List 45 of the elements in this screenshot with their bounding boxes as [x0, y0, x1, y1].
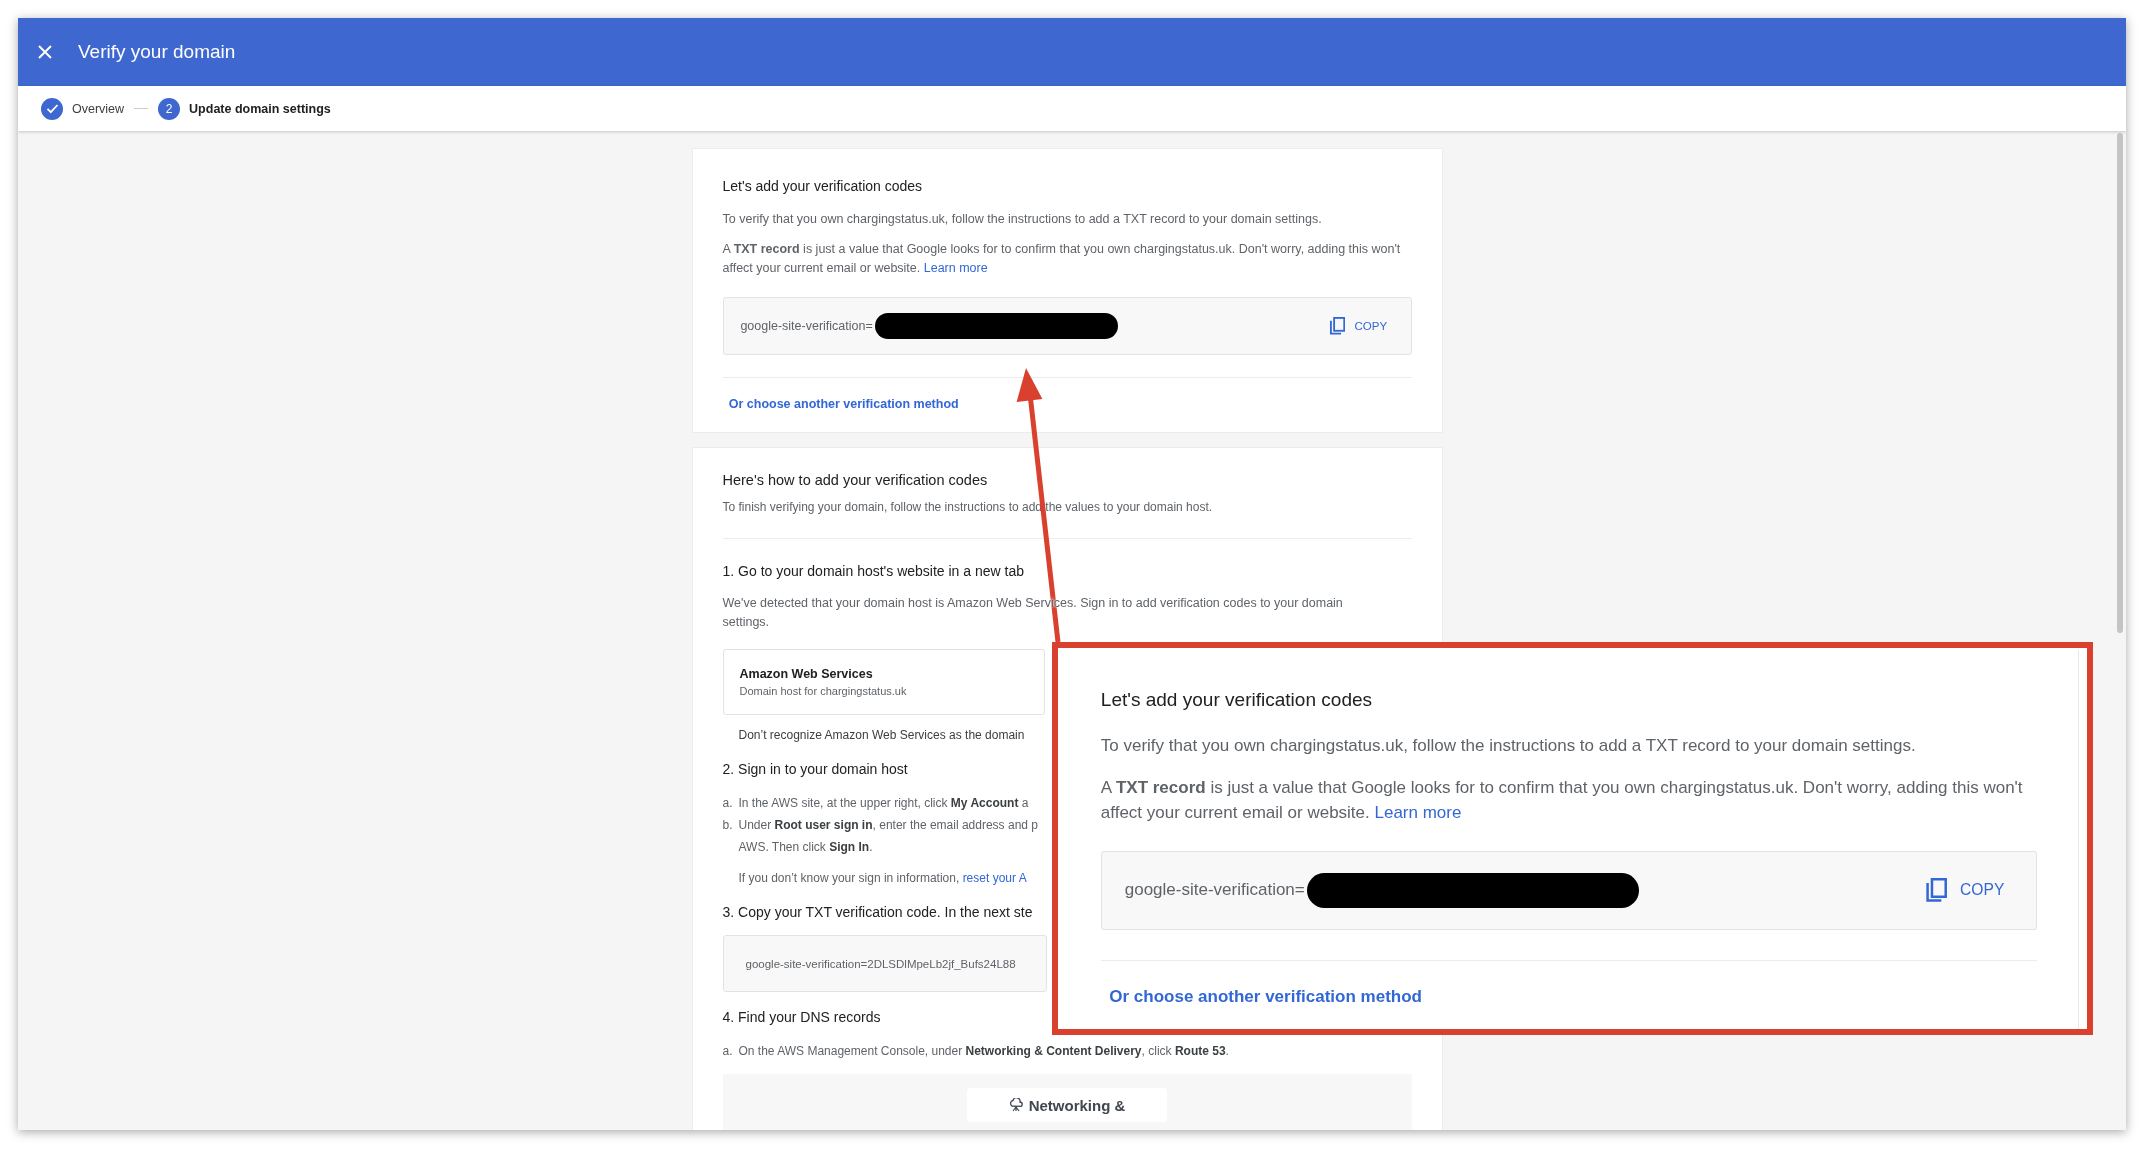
step-heading: 1. Go to your domain host's website in a new tab: [722, 563, 1024, 581]
close-icon: [38, 45, 52, 59]
domain-host-card[interactable]: Amazon Web Services Domain host for chargingstatus.uk: [722, 649, 1045, 716]
code-text: google-site-verification=: [740, 318, 873, 333]
intro-text: To verify that you own chargingstatus.uk, follow the instructions to add a TXT record to your domain settings.: [1100, 735, 1917, 757]
intro-text: To verify that you own chargingstatus.uk, follow the instructions to add a TXT record to your domain settings.: [722, 210, 1323, 228]
list-marker: a.: [722, 795, 734, 813]
host-detail: Domain host for chargingstatus.uk: [739, 685, 907, 698]
alternative-method-link[interactable]: Or choose another verification method: [722, 397, 965, 412]
tile-label: Networking &: [1028, 1096, 1126, 1114]
code-field[interactable]: google-site-verification= COPY: [722, 296, 1412, 355]
verification-code-field[interactable]: google-site-verification=2DLSDlMpeLb2jf_Bufs24L88: [722, 935, 1047, 993]
list-marker: b.: [722, 817, 734, 835]
explanation-text: A TXT record is just a value that Google looks for to confirm that you own chargingstatus.uk. Don't worry, adding this won't affect your current email or website. Learn more: [722, 241, 1402, 278]
code-text: google-site-verification=: [1124, 880, 1305, 901]
instruction-text: In the AWS site, at the upper right, click My Account a: [738, 795, 1029, 813]
card-title: Let's add your verification codes: [722, 177, 924, 194]
reset-link[interactable]: reset your A: [962, 871, 1027, 886]
copy-icon: [1328, 316, 1346, 336]
list-marker: a.: [722, 1043, 734, 1061]
intro-text: To finish verifying your domain, follow the instructions to add the values to your domain host.: [722, 500, 1213, 515]
cloud-icon: [1008, 1098, 1023, 1113]
step-heading: 3. Copy your TXT verification code. In the next ste: [722, 904, 1033, 922]
card-title: Let's add your verification codes: [1100, 689, 1374, 712]
explanation-text: A TXT record is just a value that Google looks for to confirm that you own chargingstatus.uk. Don't worry, adding this won't affect your current email or website. Learn more: [1100, 776, 2024, 825]
alternative-method-link[interactable]: Or choose another verification method: [1100, 986, 1431, 1007]
instruction-text: Under Root user sign in, enter the email address and p: [738, 817, 1038, 835]
code-field[interactable]: google-site-verification= COPY: [1100, 851, 2038, 930]
step-number: 2: [158, 97, 181, 120]
copy-icon: [1924, 877, 1948, 903]
copy-button[interactable]: COPY: [1325, 313, 1391, 339]
step-label[interactable]: Overview: [72, 101, 125, 116]
learn-more-link[interactable]: Learn more: [1374, 803, 1462, 823]
window-title: Verify your domain: [78, 41, 236, 63]
copy-button[interactable]: COPY: [1920, 873, 2009, 908]
instruction-text: On the AWS Management Console, under Networking & Content Delivery, click Route 53.: [738, 1043, 1229, 1061]
host-name: Amazon Web Services: [739, 667, 873, 682]
step-heading: 4. Find your DNS records: [722, 1009, 881, 1027]
learn-more-link[interactable]: Learn more: [923, 261, 988, 276]
step-label[interactable]: Update domain settings: [189, 101, 331, 116]
card-title: Here's how to add your verification codes: [722, 472, 988, 489]
instruction-text: AWS. Then click Sign In.: [738, 839, 873, 857]
step-heading: 2. Sign in to your domain host: [722, 761, 908, 779]
note-text: If you don’t know your sign in information, reset your A: [738, 870, 1027, 887]
note-text: Don’t recognize Amazon Web Services as the domain: [738, 727, 1025, 744]
